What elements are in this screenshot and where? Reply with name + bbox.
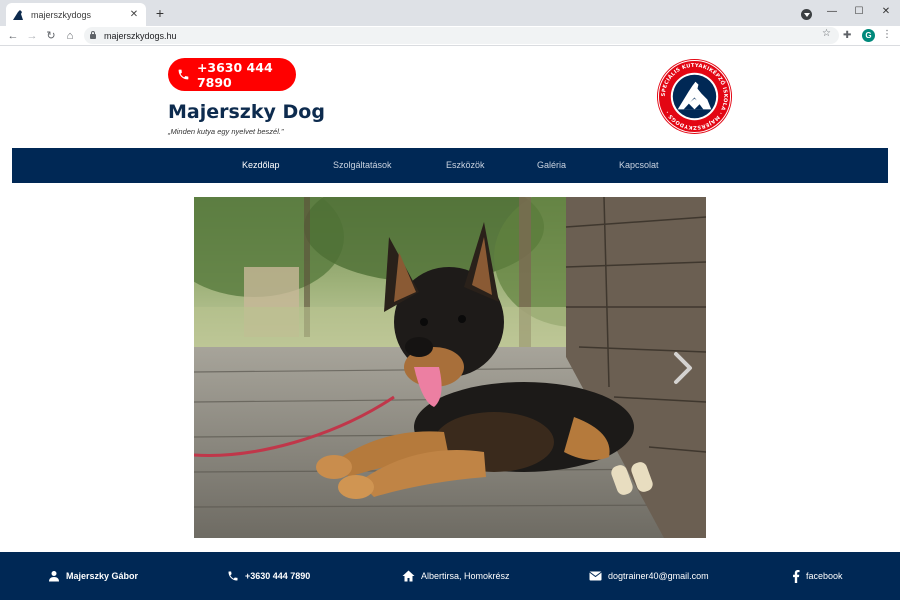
dog-favicon-icon <box>12 8 24 21</box>
phone-icon <box>228 571 238 581</box>
nav-item-galeria[interactable]: Galéria <box>537 148 566 183</box>
tab-title: majerszkydogs <box>31 9 92 20</box>
main-navbar: Kezdőlap Szolgáltatások Eszközök Galéria… <box>12 148 888 183</box>
footer-phone-text: +3630 444 7890 <box>245 571 311 581</box>
url-text: majerszkydogs.hu <box>104 30 177 41</box>
envelope-icon <box>589 571 602 581</box>
home-icon <box>402 570 415 582</box>
address-bar[interactable]: majerszkydogs.hu ☆ <box>84 27 839 44</box>
footer-facebook-text: facebook <box>806 571 843 581</box>
nav-item-eszkozok[interactable]: Eszközök <box>446 148 485 183</box>
menu-kebab-icon[interactable]: ⋮ <box>882 29 892 40</box>
footer-facebook-link[interactable]: facebook <box>792 552 843 600</box>
bookmark-star-icon[interactable]: ☆ <box>822 28 831 39</box>
site-footer: Majerszky Gábor +3630 444 7890 Albertirs… <box>0 552 900 600</box>
phone-icon <box>178 69 189 80</box>
slider-next-chevron-right-icon[interactable] <box>670 350 696 386</box>
site-tagline: „Minden kutya egy nyelvet beszél.” <box>168 127 284 136</box>
maximize-icon[interactable]: ☐ <box>849 4 869 20</box>
forward-icon[interactable]: → <box>24 28 40 44</box>
home-icon[interactable]: ⌂ <box>62 28 78 44</box>
footer-phone[interactable]: +3630 444 7890 <box>227 552 310 600</box>
browser-toolbar: ← → ↻ ⌂ majerszkydogs.hu ☆ ✚ G ⋮ <box>0 26 900 46</box>
browser-tab-strip: majerszkydogs ✕ + — ☐ ✕ <box>0 0 900 26</box>
nav-item-kapcsolat[interactable]: Kapcsolat <box>619 148 659 183</box>
user-icon <box>49 571 59 582</box>
header-phone-number: +3630 444 7890 <box>196 59 273 90</box>
close-window-icon[interactable]: ✕ <box>876 4 896 20</box>
lock-icon <box>90 31 96 39</box>
footer-contact-name: Majerszky Gábor <box>48 552 138 600</box>
tab-close-icon[interactable]: ✕ <box>128 9 140 20</box>
extensions-puzzle-icon[interactable]: ✚ <box>843 30 851 41</box>
hero-slider-image <box>194 197 706 538</box>
footer-address-text: Albertirsa, Homokrész <box>421 571 510 581</box>
site-title[interactable]: Majerszky Dog <box>168 101 325 123</box>
phone-call-button[interactable]: +3630 444 7890 <box>168 58 296 91</box>
footer-address: Albertirsa, Homokrész <box>402 552 510 600</box>
facebook-icon <box>793 569 800 583</box>
tab-search-icon[interactable] <box>801 9 812 20</box>
back-icon[interactable]: ← <box>5 28 21 44</box>
browser-tab[interactable]: majerszkydogs ✕ <box>6 3 146 26</box>
minimize-icon[interactable]: — <box>822 4 842 20</box>
nav-item-kezdolap[interactable]: Kezdőlap <box>242 148 280 183</box>
profile-avatar[interactable]: G <box>862 29 875 42</box>
nav-item-szolgaltatasok[interactable]: Szolgáltatások <box>333 148 392 183</box>
footer-name-text: Majerszky Gábor <box>66 571 139 581</box>
footer-email-text: dogtrainer40@gmail.com <box>608 571 709 581</box>
new-tab-button[interactable]: + <box>152 5 168 21</box>
footer-email[interactable]: dogtrainer40@gmail.com <box>589 552 709 600</box>
reload-icon[interactable]: ↻ <box>43 28 59 44</box>
school-logo[interactable]: SPECIÁLIS KUTYAKIKÉPZŐ ISKOLA · MAJERSZK… <box>656 58 733 135</box>
